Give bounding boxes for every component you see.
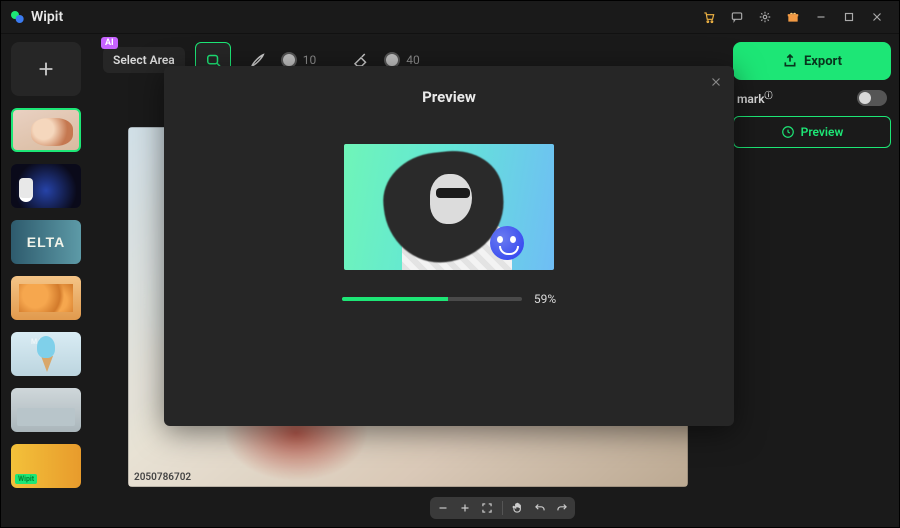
minimize-icon[interactable] [807, 5, 835, 29]
progress-row: 59% [164, 292, 734, 306]
watermark-row: markⓘ [733, 90, 891, 106]
modal-title: Preview [164, 66, 734, 114]
add-image-button[interactable] [11, 42, 81, 96]
watermark-toggle[interactable] [857, 90, 887, 106]
thumbnail-3[interactable]: ELTA [11, 220, 81, 264]
progress-bar [342, 297, 522, 301]
gift-icon[interactable] [779, 5, 807, 29]
thumbnail-2[interactable] [11, 164, 81, 208]
app-title: Wipit [31, 9, 63, 25]
thumbnail-5[interactable]: M&VI [11, 332, 81, 376]
thumbnail-7-badge: Wipit [15, 474, 37, 484]
thumbnail-3-label: ELTA [11, 220, 81, 264]
thumbnail-6[interactable] [11, 388, 81, 432]
redo-button[interactable] [555, 501, 569, 515]
close-icon[interactable] [863, 5, 891, 29]
thumbnail-4[interactable] [11, 276, 81, 320]
play-icon [19, 188, 33, 202]
modal-close-button[interactable] [706, 72, 726, 92]
modal-preview-image [344, 144, 554, 270]
right-panel: Export markⓘ Preview [725, 34, 899, 527]
preview-button[interactable]: Preview [733, 116, 891, 148]
info-icon[interactable]: ⓘ [765, 91, 773, 100]
maximize-icon[interactable] [835, 5, 863, 29]
app-window: Wipit ELTA M&VI Wipit AI [0, 0, 900, 528]
app-logo-icon [9, 9, 25, 25]
export-button[interactable]: Export [733, 42, 891, 80]
zoom-in-button[interactable] [458, 501, 472, 515]
eraser-size-value: 40 [406, 53, 420, 67]
undo-button[interactable] [533, 501, 547, 515]
progress-percent: 59% [534, 292, 556, 306]
sidebar: ELTA M&VI Wipit [1, 34, 91, 527]
zoom-out-button[interactable] [436, 501, 450, 515]
gear-icon[interactable] [751, 5, 779, 29]
preview-modal: Preview 59% [164, 66, 734, 426]
smiley-sticker-icon [490, 226, 524, 260]
image-id-label: 2050786702 [134, 472, 191, 483]
export-label: Export [804, 54, 842, 69]
cart-icon[interactable] [695, 5, 723, 29]
pan-button[interactable] [511, 501, 525, 515]
thumbnail-1[interactable] [11, 108, 81, 152]
thumbnail-7[interactable]: Wipit [11, 444, 81, 488]
preview-button-label: Preview [801, 125, 844, 139]
thumbnail-5-label: M&VI [31, 338, 52, 346]
watermark-label: markⓘ [737, 90, 773, 106]
canvas-toolbar [430, 497, 575, 519]
brush-size-value: 10 [303, 53, 317, 67]
fit-screen-button[interactable] [480, 501, 494, 515]
titlebar: Wipit [1, 1, 899, 34]
chat-icon[interactable] [723, 5, 751, 29]
ai-badge: AI [101, 37, 118, 49]
